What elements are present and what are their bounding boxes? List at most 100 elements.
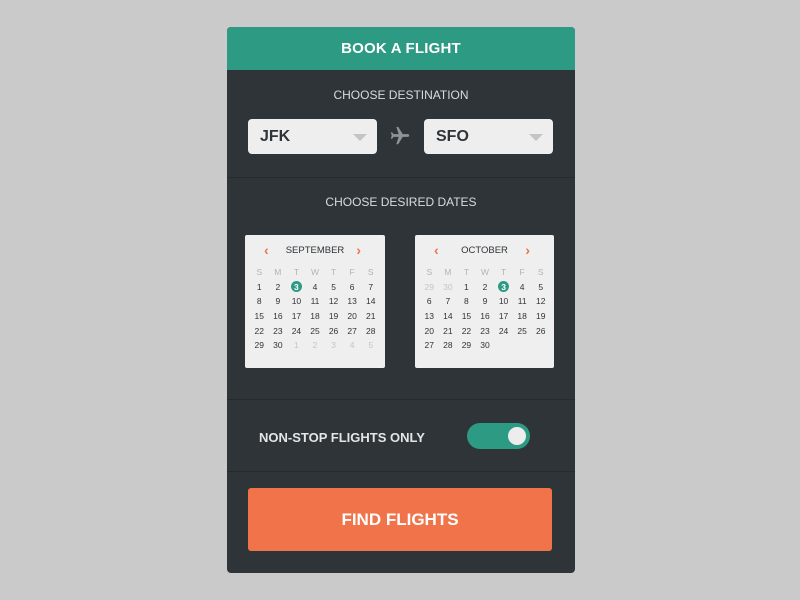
weekday-label: S (426, 267, 433, 278)
calendar-day[interactable]: 29 (250, 338, 269, 353)
weekday-label: W (480, 267, 489, 278)
calendar-day[interactable]: 5 (324, 280, 343, 295)
calendar-day[interactable]: 29 (457, 338, 476, 353)
calendar-day[interactable]: 25 (513, 323, 532, 338)
divider (227, 177, 575, 178)
calendar-day[interactable]: 27 (343, 323, 362, 338)
calendar-day[interactable]: 15 (457, 309, 476, 324)
calendar-day[interactable]: 14 (361, 294, 380, 309)
calendar-day[interactable]: 7 (439, 294, 458, 309)
calendar-day[interactable]: 18 (306, 309, 325, 324)
calendar-grid: S M T W T F S 29 30 1 2 3 4 5 6 7 8 9 10 11 12 13 14 15 16 17 18 19… (420, 265, 550, 353)
toggle-knob (508, 427, 526, 445)
calendar-day[interactable]: 30 (439, 280, 458, 295)
weekday-label: T (293, 267, 300, 278)
calendar-day[interactable]: 21 (361, 309, 380, 324)
page-title: BOOK A FLIGHT (341, 40, 461, 57)
weekday-label: S (256, 267, 263, 278)
calendar-day[interactable]: 22 (250, 323, 269, 338)
divider (227, 399, 575, 400)
find-flights-button[interactable]: FIND FLIGHTS (248, 488, 552, 551)
chevron-right-icon[interactable]: › (525, 243, 530, 257)
weekday-label: M (444, 267, 452, 278)
divider (227, 471, 575, 472)
card-header: BOOK A FLIGHT (227, 27, 575, 70)
calendar-day[interactable]: 7 (361, 280, 380, 295)
calendar-day[interactable]: 12 (531, 294, 550, 309)
airplane-icon (390, 126, 410, 145)
calendar-header: ‹ OCTOBER › (415, 243, 554, 257)
calendar-day[interactable]: 24 (287, 323, 306, 338)
calendar-day-selected[interactable]: 3 (494, 280, 513, 295)
calendar-day[interactable]: 12 (324, 294, 343, 309)
nonstop-label: NON-STOP FLIGHTS ONLY (259, 430, 425, 445)
calendar-day[interactable]: 2 (269, 280, 288, 295)
calendar-day[interactable]: 1 (287, 338, 306, 353)
calendar-day-selected[interactable]: 3 (287, 280, 306, 295)
destination-select[interactable]: SFO (424, 119, 553, 154)
calendar-day[interactable]: 26 (324, 323, 343, 338)
dates-label: CHOOSE DESIRED DATES (325, 195, 477, 209)
origin-select[interactable]: JFK (248, 119, 377, 154)
calendar-day[interactable]: 4 (306, 280, 325, 295)
calendar-day[interactable]: 30 (269, 338, 288, 353)
weekday-label: S (537, 267, 544, 278)
weekday-label: M (274, 267, 282, 278)
calendar-day[interactable]: 19 (531, 309, 550, 324)
calendar-day[interactable]: 1 (457, 280, 476, 295)
chevron-left-icon[interactable]: ‹ (264, 243, 269, 257)
calendar-day[interactable]: 18 (513, 309, 532, 324)
calendar-day[interactable]: 2 (306, 338, 325, 353)
calendar-day[interactable]: 5 (531, 280, 550, 295)
calendar-day[interactable]: 4 (513, 280, 532, 295)
calendar-day[interactable]: 19 (324, 309, 343, 324)
calendar-day[interactable]: 9 (269, 294, 288, 309)
calendar-day[interactable]: 5 (361, 338, 380, 353)
calendar-day[interactable]: 21 (439, 323, 458, 338)
calendar-day[interactable]: 10 (287, 294, 306, 309)
calendar-day[interactable]: 16 (476, 309, 495, 324)
calendar-day[interactable]: 16 (269, 309, 288, 324)
calendar-day[interactable]: 23 (476, 323, 495, 338)
calendar-day[interactable]: 23 (269, 323, 288, 338)
weekday-label: F (349, 267, 355, 278)
nonstop-toggle[interactable] (467, 423, 530, 449)
calendar-day[interactable]: 25 (306, 323, 325, 338)
weekday-label: W (310, 267, 319, 278)
calendar-day[interactable]: 28 (361, 323, 380, 338)
calendar-day[interactable]: 17 (494, 309, 513, 324)
chevron-right-icon[interactable]: › (356, 243, 361, 257)
destination-value: SFO (436, 127, 469, 145)
calendar-day[interactable]: 30 (476, 338, 495, 353)
calendar-day[interactable]: 9 (476, 294, 495, 309)
calendar-day[interactable]: 8 (457, 294, 476, 309)
chevron-left-icon[interactable]: ‹ (434, 243, 439, 257)
calendar-month: SEPTEMBER (285, 244, 345, 256)
calendar-day[interactable]: 29 (420, 280, 439, 295)
calendar-day[interactable]: 6 (343, 280, 362, 295)
weekday-label: T (500, 267, 507, 278)
calendar-day[interactable]: 11 (513, 294, 532, 309)
calendar-day[interactable]: 3 (324, 338, 343, 353)
calendar-day[interactable]: 1 (250, 280, 269, 295)
calendar-day[interactable]: 10 (494, 294, 513, 309)
calendar-day[interactable]: 4 (343, 338, 362, 353)
calendar-day[interactable]: 20 (420, 323, 439, 338)
calendar-day[interactable]: 13 (343, 294, 362, 309)
calendar-day[interactable]: 2 (476, 280, 495, 295)
calendar-day[interactable]: 13 (420, 309, 439, 324)
calendar-day[interactable]: 17 (287, 309, 306, 324)
calendar-day[interactable]: 6 (420, 294, 439, 309)
calendar-day[interactable]: 8 (250, 294, 269, 309)
calendar-october: ‹ OCTOBER › S M T W T F S 29 30 1 2 3 4 5 6 7 8 9 10 11 12 13… (415, 235, 554, 368)
calendar-day[interactable]: 20 (343, 309, 362, 324)
calendar-day[interactable]: 26 (531, 323, 550, 338)
calendar-september: ‹ SEPTEMBER › S M T W T F S 1 2 3 4 5 6 7 8 9 10 11 12 13 14… (245, 235, 385, 368)
calendar-day[interactable]: 14 (439, 309, 458, 324)
calendar-day[interactable]: 22 (457, 323, 476, 338)
calendar-day[interactable]: 11 (306, 294, 325, 309)
calendar-day[interactable]: 28 (439, 338, 458, 353)
calendar-day[interactable]: 27 (420, 338, 439, 353)
calendar-day[interactable]: 15 (250, 309, 269, 324)
calendar-day[interactable]: 24 (494, 323, 513, 338)
